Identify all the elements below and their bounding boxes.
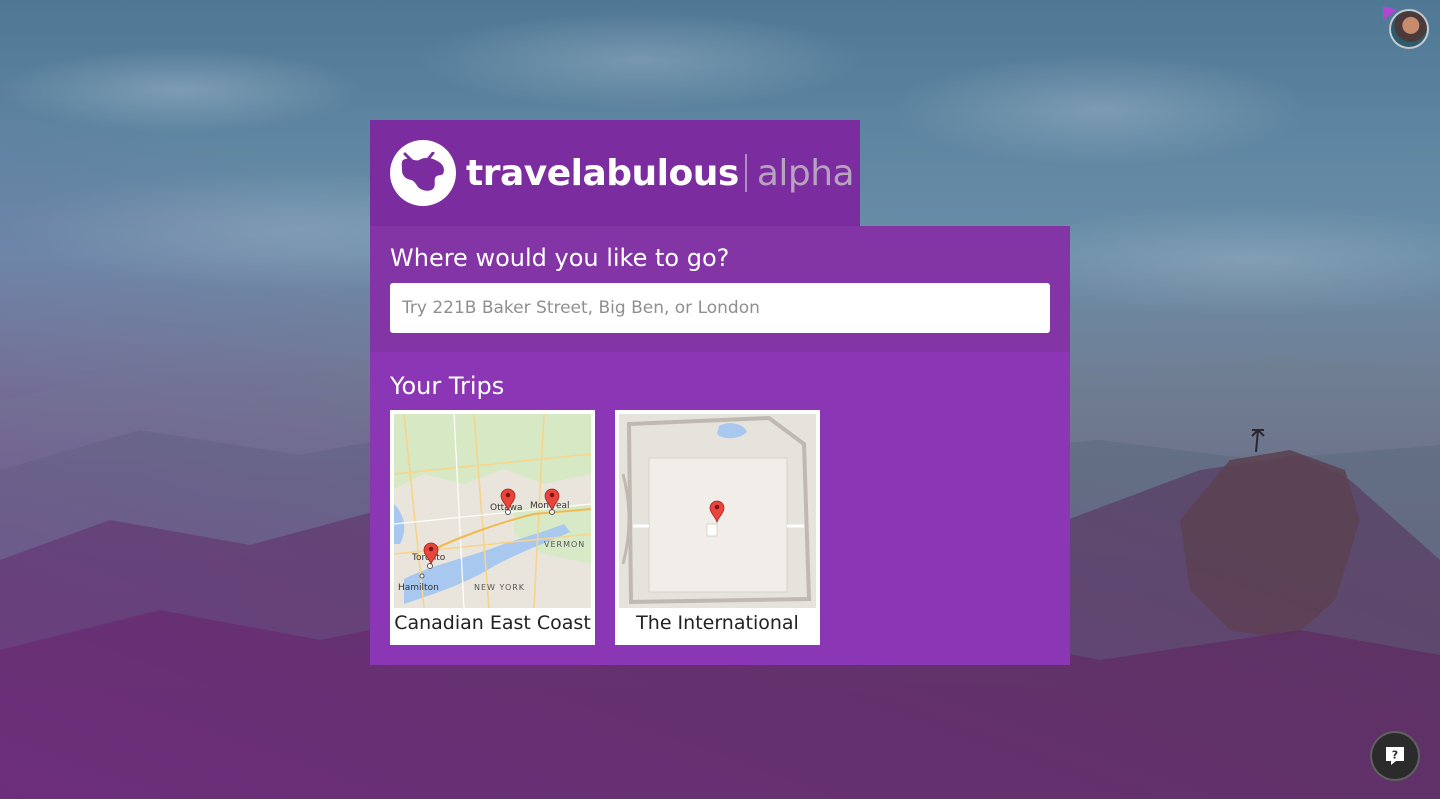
- ox-head-logo-icon[interactable]: [390, 140, 456, 206]
- brand-header: travelabulous alpha: [370, 120, 860, 226]
- help-chat-button[interactable]: ?: [1370, 731, 1420, 781]
- svg-text:?: ?: [1392, 749, 1398, 762]
- trips-heading: Your Trips: [390, 372, 505, 400]
- trip-card-canadian-east-coast[interactable]: Ottawa Montreal Toronto Hamilton NEW YOR…: [390, 410, 595, 645]
- trip-map-thumbnail: [619, 414, 816, 608]
- help-chat-icon: ?: [1386, 747, 1404, 765]
- map-label: VERMON: [544, 540, 585, 549]
- map-label: Hamilton: [398, 583, 439, 593]
- user-avatar[interactable]: [1389, 9, 1429, 49]
- brand-divider: [744, 154, 747, 192]
- search-panel: Where would you like to go?: [370, 226, 1070, 352]
- trip-title: The International: [636, 612, 799, 634]
- brand-tag: alpha: [756, 152, 855, 194]
- trip-card-the-international[interactable]: The International: [615, 410, 820, 645]
- destination-search-input[interactable]: [390, 283, 1050, 333]
- trip-title: Canadian East Coast: [394, 612, 591, 634]
- search-heading: Where would you like to go?: [390, 244, 730, 272]
- brand-name: travelabulous: [466, 152, 739, 194]
- trips-panel: Your Trips Ottawa Montreal Toronto Hamil…: [370, 352, 1070, 665]
- map-label: NEW YORK: [474, 583, 525, 592]
- trip-map-thumbnail: Ottawa Montreal Toronto Hamilton NEW YOR…: [394, 414, 591, 608]
- brand-wordmark: travelabulous alpha: [466, 152, 855, 194]
